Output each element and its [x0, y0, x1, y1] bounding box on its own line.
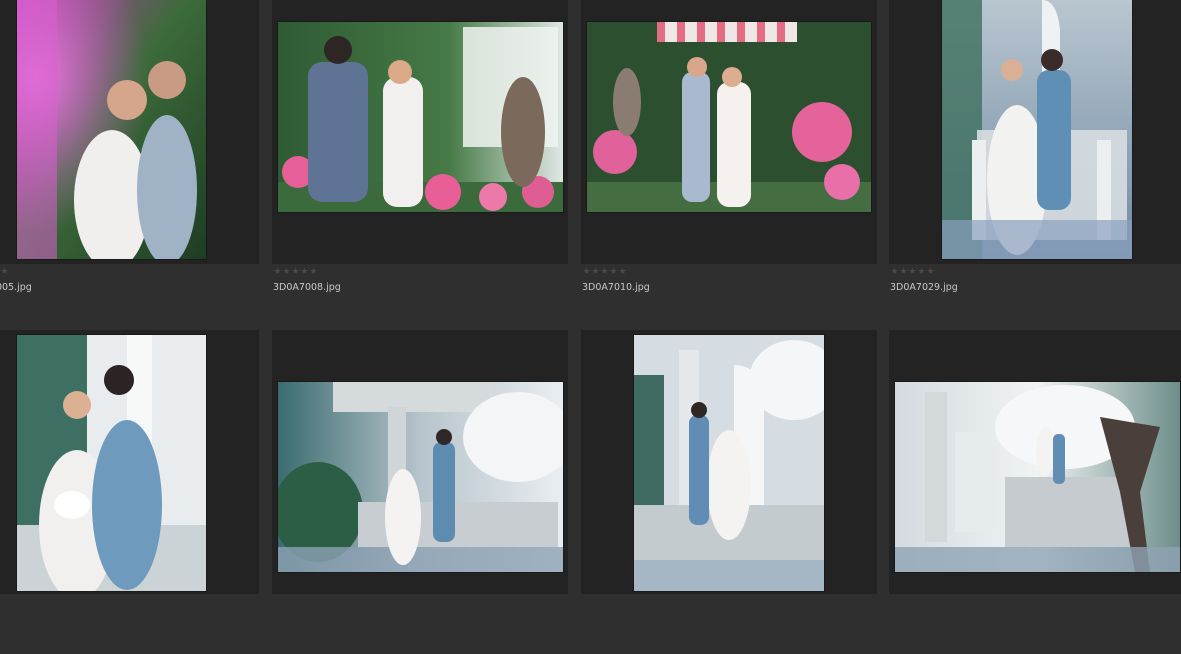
star-icon[interactable]: ★	[899, 266, 908, 278]
thumbnail-frame[interactable]	[272, 0, 568, 264]
star-icon[interactable]: ★	[890, 266, 899, 278]
thumbnail-image[interactable]	[942, 0, 1132, 259]
thumbnail-frame[interactable]	[0, 330, 259, 594]
star-icon[interactable]: ★	[917, 266, 926, 278]
star-icon[interactable]: ★	[600, 266, 609, 278]
thumbnail-filename: 3D0A7029.jpg	[890, 282, 958, 293]
thumbnail-grid: ★ ★ ★ ★ ★ 3D0A7005.jpg	[0, 0, 1181, 654]
star-icon[interactable]: ★	[926, 266, 935, 278]
thumbnail-image[interactable]	[895, 382, 1180, 572]
star-icon[interactable]: ★	[309, 266, 318, 278]
thumbnail-image[interactable]	[17, 335, 206, 591]
thumbnail-filename: 3D0A7005.jpg	[0, 282, 32, 293]
thumbnail-meta: ★ ★ ★ ★ ★ 3D0A7005.jpg	[0, 266, 259, 306]
star-icon[interactable]: ★	[609, 266, 618, 278]
thumbnail-frame[interactable]	[889, 0, 1181, 264]
thumbnail-image[interactable]	[634, 335, 824, 591]
thumbnail-cell[interactable]	[581, 330, 877, 654]
thumbnail-cell[interactable]: ★ ★ ★ ★ ★ 3D0A7005.jpg	[0, 0, 259, 324]
star-icon[interactable]: ★	[300, 266, 309, 278]
rating-stars[interactable]: ★ ★ ★ ★ ★	[273, 266, 318, 278]
thumbnail-meta: ★ ★ ★ ★ ★ 3D0A7010.jpg	[581, 266, 877, 306]
thumbnail-cell[interactable]: ★ ★ ★ ★ ★ 3D0A7008.jpg	[272, 0, 568, 324]
thumbnail-frame[interactable]	[0, 0, 259, 264]
thumbnail-cell[interactable]: ★ ★ ★ ★ ★ 3D0A7029.jpg	[889, 0, 1181, 324]
star-icon[interactable]: ★	[291, 266, 300, 278]
thumbnail-cell[interactable]	[889, 330, 1181, 654]
star-icon[interactable]: ★	[591, 266, 600, 278]
star-icon[interactable]: ★	[0, 266, 9, 278]
rating-stars[interactable]: ★ ★ ★ ★ ★	[890, 266, 935, 278]
star-icon[interactable]: ★	[282, 266, 291, 278]
thumbnail-frame[interactable]	[272, 330, 568, 594]
thumbnail-filename: 3D0A7008.jpg	[273, 282, 341, 293]
thumbnail-cell[interactable]	[272, 330, 568, 654]
thumbnail-filename: 3D0A7010.jpg	[582, 282, 650, 293]
thumbnail-frame[interactable]	[889, 330, 1181, 594]
rating-stars[interactable]: ★ ★ ★ ★ ★	[582, 266, 627, 278]
thumbnail-frame[interactable]	[581, 330, 877, 594]
star-icon[interactable]: ★	[908, 266, 917, 278]
thumbnail-meta: ★ ★ ★ ★ ★ 3D0A7029.jpg	[889, 266, 1181, 306]
star-icon[interactable]: ★	[582, 266, 591, 278]
thumbnail-frame[interactable]	[581, 0, 877, 264]
thumbnail-cell[interactable]: ★ ★ ★ ★ ★ 3D0A7010.jpg	[581, 0, 877, 324]
rating-stars[interactable]: ★ ★ ★ ★ ★	[0, 266, 9, 278]
thumbnail-image[interactable]	[17, 0, 206, 259]
thumbnail-image[interactable]	[587, 22, 871, 212]
thumbnail-image[interactable]	[278, 382, 563, 572]
star-icon[interactable]: ★	[273, 266, 282, 278]
thumbnail-cell[interactable]	[0, 330, 259, 654]
thumbnail-image[interactable]	[278, 22, 563, 212]
star-icon[interactable]: ★	[618, 266, 627, 278]
thumbnail-meta: ★ ★ ★ ★ ★ 3D0A7008.jpg	[272, 266, 568, 306]
